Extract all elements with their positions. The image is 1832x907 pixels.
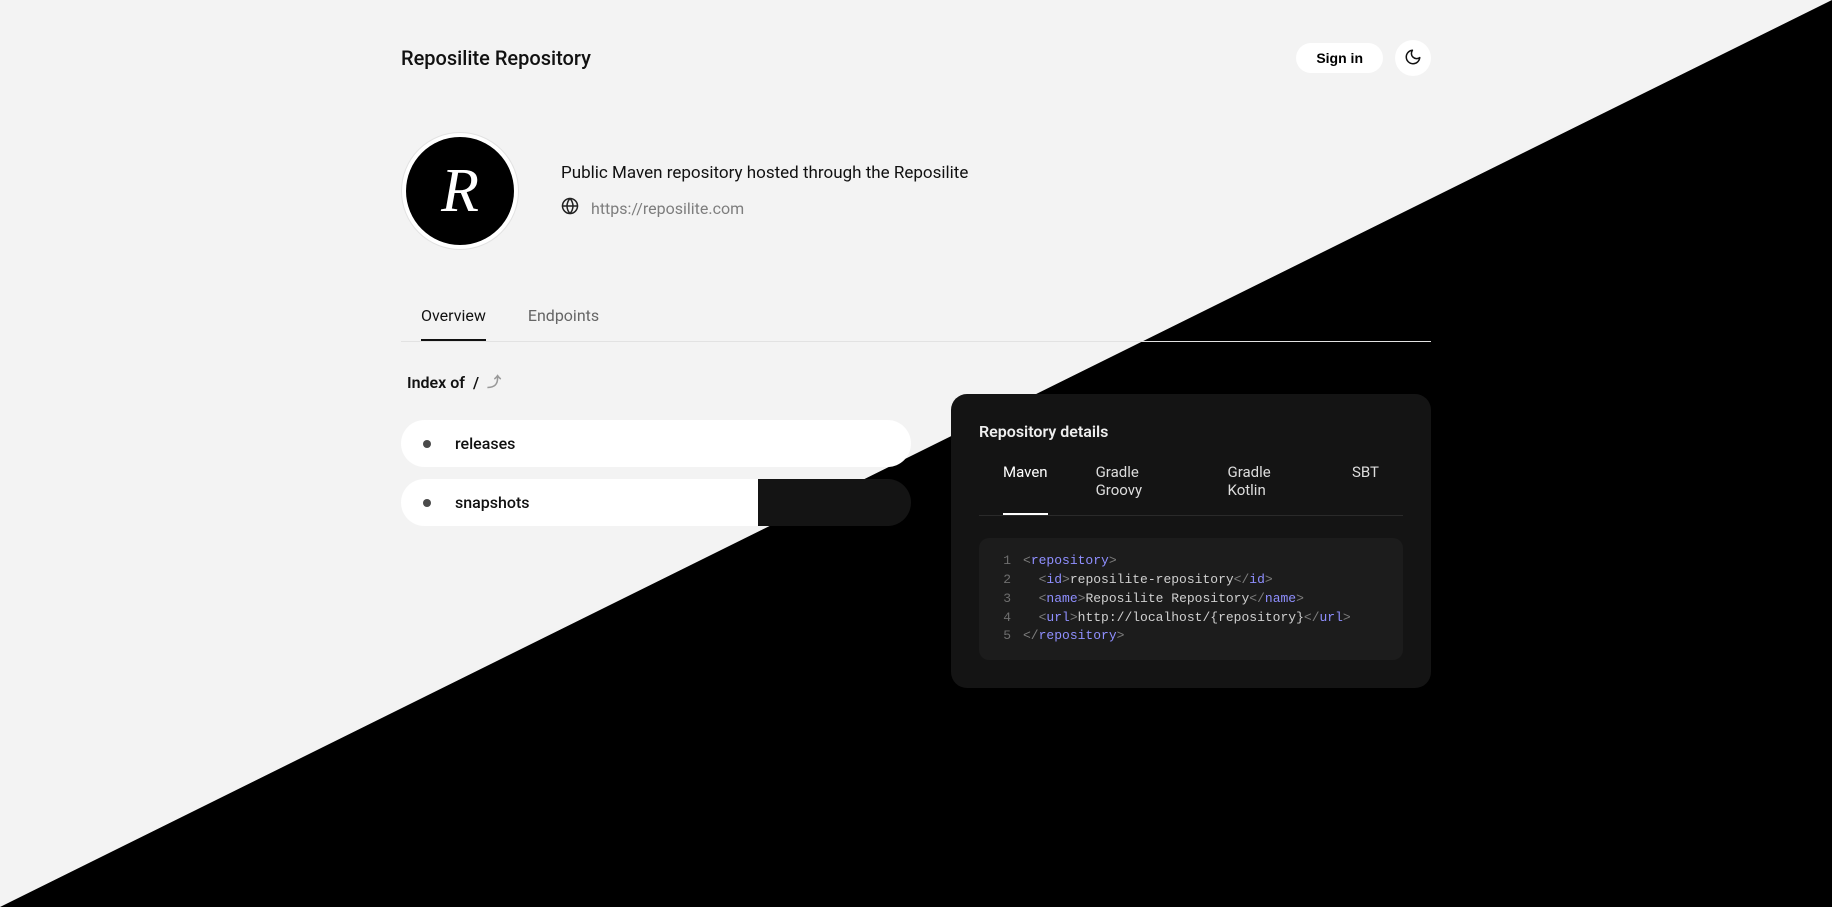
bullet-icon [423, 440, 431, 448]
website-url: https://reposilite.com [591, 199, 744, 218]
build-tool-tabs: Maven Gradle Groovy Gradle Kotlin SBT [979, 463, 1403, 516]
topbar: Reposilite Repository Sign in [401, 0, 1431, 76]
index-title-prefix: Index of [407, 373, 465, 392]
hero-description: Public Maven repository hosted through t… [561, 163, 968, 183]
code-snippet[interactable]: 1<repository>2 <id>reposilite-repository… [979, 538, 1403, 660]
go-up-icon[interactable]: ⤴ [487, 372, 501, 392]
details-column: Repository details Maven Gradle Groovy Gra… [951, 372, 1431, 688]
folder-list: releases snapshots [401, 420, 911, 526]
panel-title: Repository details [979, 422, 1403, 441]
bullet-icon [423, 499, 431, 507]
folder-label: releases [455, 434, 515, 453]
tab-endpoints[interactable]: Endpoints [528, 306, 599, 341]
code-line: 4 <url>http://localhost/{repository}</ur… [995, 609, 1387, 628]
build-tab-maven[interactable]: Maven [1003, 463, 1048, 515]
folder-label: snapshots [455, 493, 530, 512]
code-line: 1<repository> [995, 552, 1387, 571]
folder-snapshots[interactable]: snapshots [401, 479, 911, 526]
signin-button[interactable]: Sign in [1296, 43, 1383, 73]
theme-toggle-button[interactable] [1395, 40, 1431, 76]
moon-icon [1404, 48, 1422, 69]
website-link[interactable]: https://reposilite.com [561, 197, 968, 219]
code-line: 2 <id>reposilite-repository</id> [995, 571, 1387, 590]
app-title: Reposilite Repository [401, 46, 591, 70]
main-tabs: Overview Endpoints [401, 306, 1431, 342]
index-path: / [473, 373, 479, 392]
top-actions: Sign in [1296, 40, 1431, 76]
build-tab-sbt[interactable]: SBT [1352, 463, 1379, 515]
repository-details-panel: Repository details Maven Gradle Groovy Gra… [951, 394, 1431, 688]
tab-overview[interactable]: Overview [421, 306, 486, 341]
logo-letter: R [406, 137, 514, 245]
build-tab-gradle-groovy[interactable]: Gradle Groovy [1096, 463, 1180, 515]
globe-icon [561, 197, 579, 219]
code-line: 5</repository> [995, 627, 1387, 646]
hero: R Public Maven repository hosted through… [401, 132, 1431, 250]
browser-column: Index of / ⤴ releases snapshots [401, 372, 911, 526]
logo: R [401, 132, 519, 250]
index-title: Index of / ⤴ [407, 372, 911, 392]
code-line: 3 <name>Reposilite Repository</name> [995, 590, 1387, 609]
folder-releases[interactable]: releases [401, 420, 911, 467]
hero-text: Public Maven repository hosted through t… [561, 163, 968, 219]
build-tab-gradle-kotlin[interactable]: Gradle Kotlin [1227, 463, 1304, 515]
